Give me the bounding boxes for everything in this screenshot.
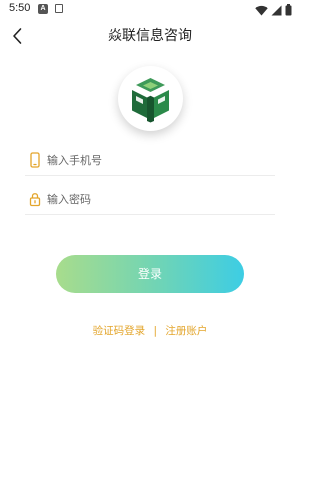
login-button[interactable]: 登录 <box>56 255 244 293</box>
status-bar: 5:50 A <box>0 0 300 20</box>
battery-icon <box>285 4 292 16</box>
status-time: 5:50 <box>9 2 31 14</box>
phone-input[interactable] <box>47 149 267 171</box>
phone-field <box>25 147 275 176</box>
page-title: 焱联信息咨询 <box>108 28 192 44</box>
phone-icon <box>30 152 40 168</box>
link-separator: | <box>153 325 158 337</box>
logo-icon <box>132 78 169 123</box>
auth-links: 验证码登录 | 注册账户 <box>0 323 300 338</box>
register-link[interactable]: 注册账户 <box>165 323 207 338</box>
lock-icon <box>29 193 41 207</box>
status-icons <box>255 3 292 17</box>
password-input[interactable] <box>47 188 267 210</box>
signal-icon <box>271 5 282 15</box>
wifi-icon <box>255 5 268 15</box>
password-field <box>25 186 275 215</box>
notification-a-icon: A <box>38 4 48 14</box>
app-logo <box>118 66 183 131</box>
code-login-link[interactable]: 验证码登录 <box>93 323 146 338</box>
sim-card-icon <box>55 4 63 13</box>
